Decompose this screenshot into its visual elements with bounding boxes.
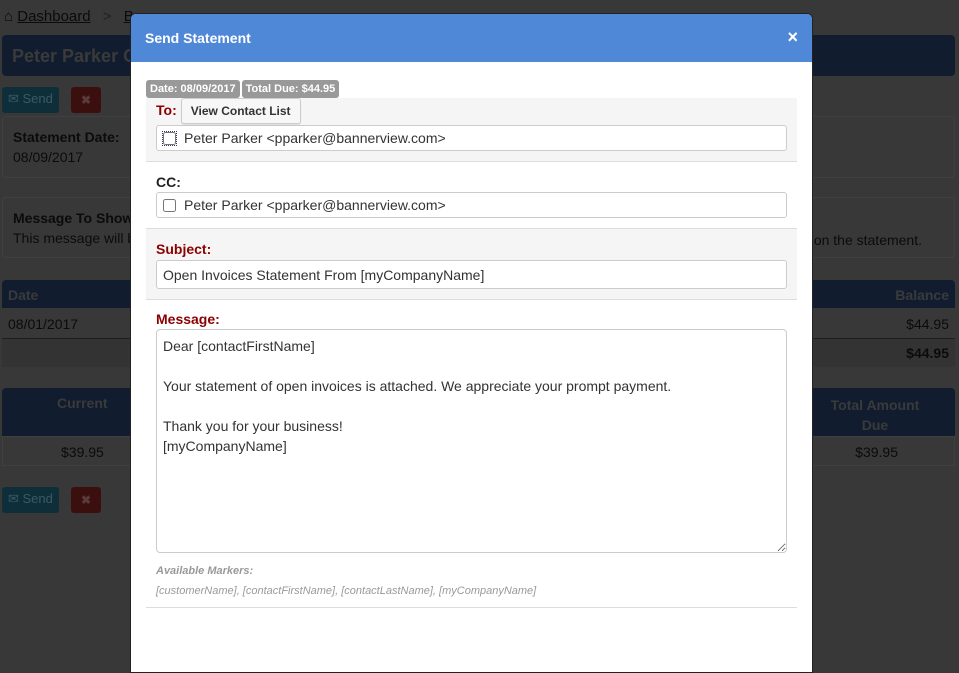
view-contact-list-button[interactable]: View Contact List	[180, 98, 301, 124]
subject-section: Subject:	[146, 229, 797, 300]
markers-list: [customerName], [contactFirstName], [con…	[156, 585, 537, 597]
col-date: Date	[8, 287, 39, 303]
markers-label: Available Markers:	[156, 565, 254, 577]
cc-section: CC: Peter Parker <pparker@bannerview.com…	[146, 162, 797, 229]
to-contacts: Peter Parker <pparker@bannerview.com>	[156, 125, 787, 151]
message-section: Message: Dear [contactFirstName] Your st…	[146, 300, 797, 608]
cc-contact-label: Peter Parker <pparker@bannerview.com>	[184, 197, 446, 213]
to-label: To:	[156, 102, 177, 118]
to-contact-checkbox[interactable]	[162, 130, 177, 146]
send-statement-modal: Send Statement × Date: 08/09/2017 Total D…	[130, 13, 813, 673]
message-textarea[interactable]: Dear [contactFirstName] Your statement o…	[156, 329, 787, 553]
aging-current-label: Current	[57, 395, 108, 411]
home-icon: ⌂	[4, 8, 14, 25]
modal-title: Send Statement	[145, 30, 251, 46]
row-date: 08/01/2017	[8, 316, 79, 332]
message-text-right: on the statement.	[813, 232, 922, 248]
breadcrumb-sep: >	[102, 8, 112, 25]
cc-contact-checkbox[interactable]	[163, 198, 176, 212]
message-label: Message:	[156, 311, 220, 327]
send-label: Send	[22, 491, 53, 506]
aging-total-value: $39.95	[855, 444, 898, 460]
badges: Date: 08/09/2017 Total Due: $44.95	[131, 62, 812, 98]
aging-total-label: Total Amount Due	[830, 397, 920, 433]
subject-label: Subject:	[156, 241, 212, 257]
breadcrumb: ⌂ Dashboard > Ba	[4, 8, 142, 25]
col-balance: Balance	[895, 287, 949, 303]
to-section: To: View Contact List Peter Parker <ppark…	[146, 98, 797, 162]
date-badge: Date: 08/09/2017	[146, 80, 240, 98]
cc-label: CC:	[156, 174, 181, 190]
to-contact-label: Peter Parker <pparker@bannerview.com>	[184, 130, 446, 146]
modal-header: Send Statement ×	[131, 14, 812, 62]
cc-contacts: Peter Parker <pparker@bannerview.com>	[156, 192, 787, 218]
send-button-bottom[interactable]: ✉ Send	[2, 487, 59, 513]
breadcrumb-dashboard[interactable]: Dashboard	[17, 8, 90, 25]
send-button[interactable]: ✉ Send	[2, 87, 59, 113]
total-due-badge: Total Due: $44.95	[241, 80, 340, 98]
subject-input[interactable]	[156, 260, 787, 289]
close-icon[interactable]: ×	[787, 27, 798, 48]
delete-button[interactable]: ✖	[71, 87, 101, 113]
delete-button-bottom[interactable]: ✖	[71, 487, 101, 513]
row-balance: $44.95	[906, 316, 949, 332]
send-label: Send	[22, 91, 53, 106]
aging-current-value: $39.95	[61, 444, 104, 460]
